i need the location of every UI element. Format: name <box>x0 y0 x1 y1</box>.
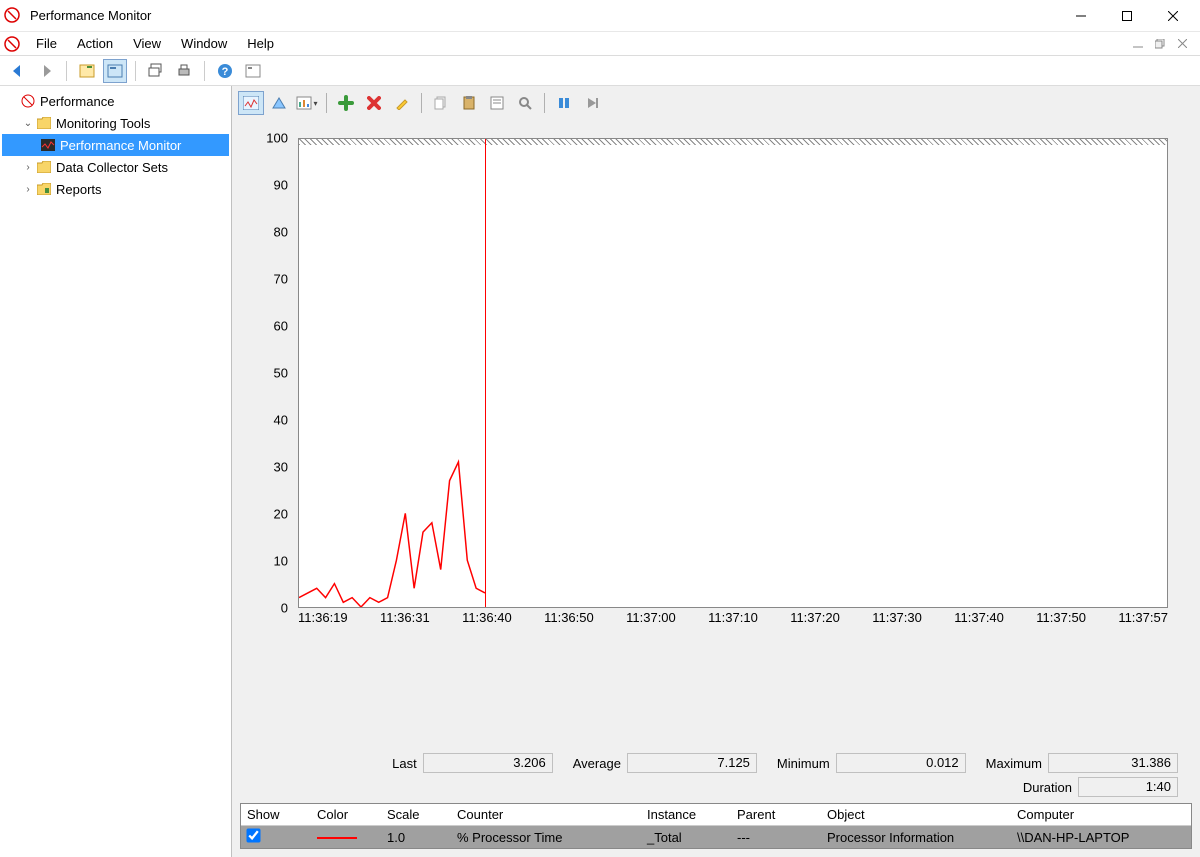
menu-help[interactable]: Help <box>237 34 284 53</box>
last-value: 3.206 <box>423 753 553 773</box>
folder-icon <box>36 115 52 131</box>
legend-computer: \\DAN-HP-LAPTOP <box>1011 830 1191 845</box>
zoom-button[interactable] <box>512 91 538 115</box>
close-button[interactable] <box>1150 0 1196 32</box>
view-graph-button[interactable] <box>238 91 264 115</box>
print-button[interactable] <box>172 59 196 83</box>
tree-label: Data Collector Sets <box>56 160 168 175</box>
series-line <box>299 139 1167 607</box>
legend-header-instance[interactable]: Instance <box>641 807 731 822</box>
app-icon <box>4 7 22 25</box>
stats-row: Last 3.206 Average 7.125 Minimum 0.012 M… <box>234 749 1198 777</box>
legend-parent: --- <box>731 830 821 845</box>
properties-button[interactable] <box>103 59 127 83</box>
maximum-label: Maximum <box>986 756 1042 771</box>
content-pane: ▾ 0102030405060708090100 11:36: <box>232 86 1200 857</box>
tree-label: Reports <box>56 182 102 197</box>
menubar: File Action View Window Help <box>0 32 1200 56</box>
plot-area[interactable] <box>298 138 1168 608</box>
help-button[interactable]: ? <box>213 59 237 83</box>
new-window-button[interactable] <box>144 59 168 83</box>
legend-counter: % Processor Time <box>451 830 641 845</box>
export-button[interactable] <box>241 59 265 83</box>
copy-button[interactable] <box>428 91 454 115</box>
x-axis: 11:36:1911:36:3111:36:4011:36:5011:37:00… <box>298 610 1168 628</box>
menu-action[interactable]: Action <box>67 34 123 53</box>
mdi-restore-button[interactable] <box>1152 36 1168 52</box>
expander-icon[interactable]: › <box>22 184 34 195</box>
menu-window[interactable]: Window <box>171 34 237 53</box>
average-label: Average <box>573 756 621 771</box>
window-title: Performance Monitor <box>30 8 151 23</box>
back-button[interactable] <box>6 59 30 83</box>
update-button[interactable] <box>579 91 605 115</box>
time-cursor <box>485 139 486 607</box>
folder-icon <box>36 159 52 175</box>
view-report-button[interactable]: ▾ <box>294 91 320 115</box>
tree-reports[interactable]: › Reports <box>2 178 229 200</box>
legend-instance: _Total <box>641 830 731 845</box>
tree-root-performance[interactable]: Performance <box>2 90 229 112</box>
duration-row: Duration 1:40 <box>234 777 1198 803</box>
freeze-button[interactable] <box>551 91 577 115</box>
maximum-value: 31.386 <box>1048 753 1178 773</box>
menu-view[interactable]: View <box>123 34 171 53</box>
duration-value: 1:40 <box>1078 777 1178 797</box>
tree-monitoring-tools[interactable]: ⌄ Monitoring Tools <box>2 112 229 134</box>
mdi-close-button[interactable] <box>1174 36 1190 52</box>
legend-color-sample <box>317 837 357 839</box>
last-label: Last <box>392 756 417 771</box>
perfmon-icon <box>40 137 56 153</box>
add-counter-button[interactable] <box>333 91 359 115</box>
folder-reports-icon <box>36 181 52 197</box>
expander-icon[interactable]: ⌄ <box>22 118 34 129</box>
y-axis: 0102030405060708090100 <box>254 138 294 608</box>
tree-performance-monitor[interactable]: Performance Monitor <box>2 134 229 156</box>
tree-label: Performance <box>40 94 114 109</box>
legend-header-counter[interactable]: Counter <box>451 807 641 822</box>
show-hide-tree-button[interactable] <box>75 59 99 83</box>
maximize-button[interactable] <box>1104 0 1150 32</box>
legend-row[interactable]: 1.0 % Processor Time _Total --- Processo… <box>241 826 1191 848</box>
paste-button[interactable] <box>456 91 482 115</box>
legend-header-color[interactable]: Color <box>311 807 381 822</box>
performance-icon <box>20 93 36 109</box>
mmc-toolbar: ? <box>0 56 1200 86</box>
titlebar: Performance Monitor <box>0 0 1200 32</box>
forward-button[interactable] <box>34 59 58 83</box>
legend-scale: 1.0 <box>381 830 451 845</box>
console-tree: Performance ⌄ Monitoring Tools Performan… <box>0 86 232 857</box>
legend-header-scale[interactable]: Scale <box>381 807 451 822</box>
app-menu-icon <box>4 36 20 52</box>
delete-counter-button[interactable] <box>361 91 387 115</box>
graph-area: 0102030405060708090100 11:36:1911:36:311… <box>234 118 1198 749</box>
tree-label: Monitoring Tools <box>56 116 150 131</box>
tree-label: Performance Monitor <box>60 138 181 153</box>
legend-header-object[interactable]: Object <box>821 807 1011 822</box>
expander-icon[interactable]: › <box>22 162 34 173</box>
minimum-value: 0.012 <box>836 753 966 773</box>
minimum-label: Minimum <box>777 756 830 771</box>
legend-header-computer[interactable]: Computer <box>1011 807 1191 822</box>
highlight-button[interactable] <box>389 91 415 115</box>
legend-show-checkbox[interactable] <box>246 828 260 842</box>
legend-header-show[interactable]: Show <box>241 807 311 822</box>
properties-counter-button[interactable] <box>484 91 510 115</box>
svg-text:?: ? <box>222 66 229 78</box>
average-value: 7.125 <box>627 753 757 773</box>
legend-object: Processor Information <box>821 830 1011 845</box>
legend-header-parent[interactable]: Parent <box>731 807 821 822</box>
minimize-button[interactable] <box>1058 0 1104 32</box>
duration-label: Duration <box>1023 780 1072 795</box>
tree-data-collector-sets[interactable]: › Data Collector Sets <box>2 156 229 178</box>
counter-legend: Show Color Scale Counter Instance Parent… <box>240 803 1192 849</box>
mdi-minimize-button[interactable] <box>1130 36 1146 52</box>
menu-file[interactable]: File <box>26 34 67 53</box>
view-histogram-button[interactable] <box>266 91 292 115</box>
perfmon-toolbar: ▾ <box>234 88 1198 118</box>
